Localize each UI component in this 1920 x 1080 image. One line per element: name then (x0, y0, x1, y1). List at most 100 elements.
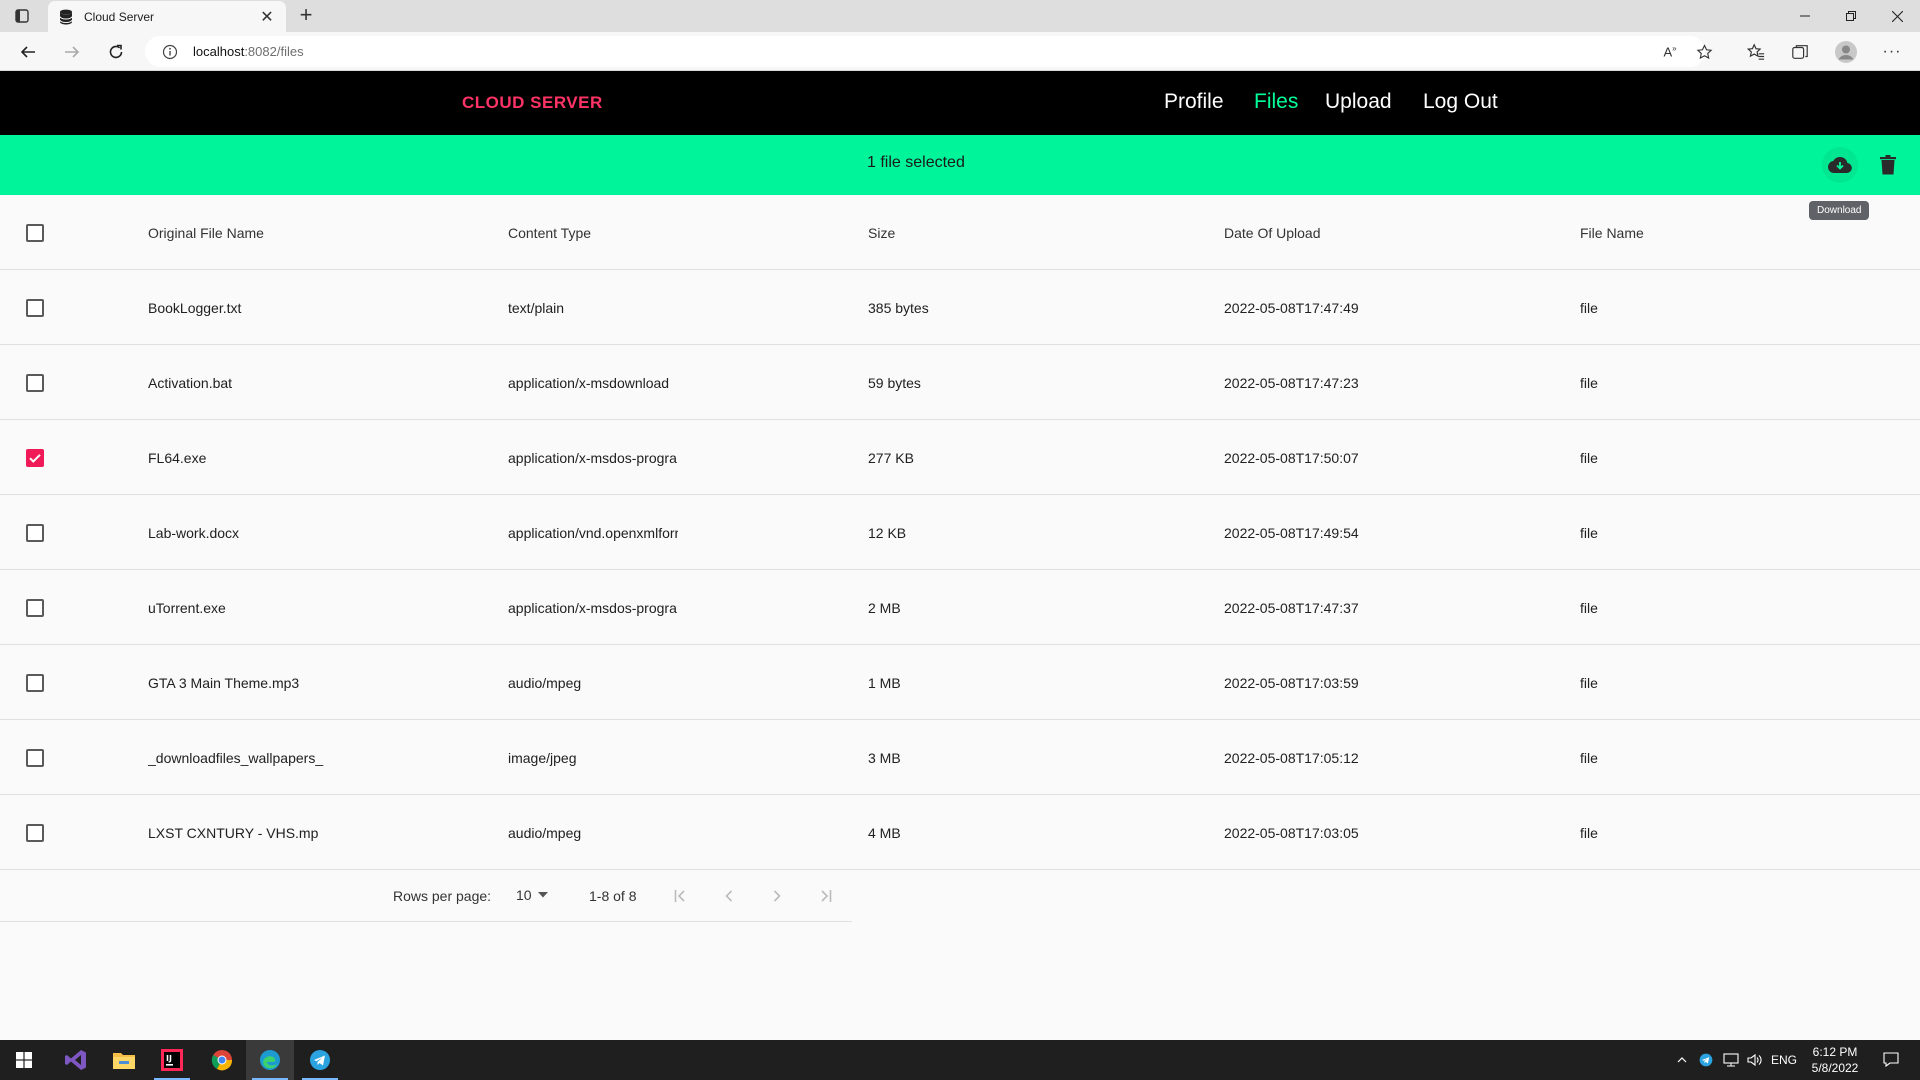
nav-files[interactable]: Files (1254, 90, 1298, 114)
page-range: 1-8 of 8 (589, 888, 637, 904)
start-button[interactable] (0, 1040, 48, 1080)
info-icon[interactable] (161, 43, 179, 61)
download-button[interactable] (1822, 147, 1858, 183)
table-row[interactable]: _downloadfiles_wallpapers_ image/jpeg 3 … (0, 720, 1920, 795)
taskbar-clock[interactable]: 6:12 PM 5/8/2022 (1800, 1044, 1870, 1076)
table-row[interactable]: BookLogger.txt text/plain 385 bytes 2022… (0, 270, 1920, 345)
nav-profile[interactable]: Profile (1164, 90, 1224, 114)
forward-button[interactable] (58, 38, 86, 66)
collections-button[interactable] (1786, 38, 1814, 66)
row-checkbox[interactable] (26, 448, 44, 467)
settings-menu-button[interactable]: ··· (1878, 38, 1906, 66)
rows-per-page-select[interactable]: 10 (516, 887, 548, 903)
restore-icon (1846, 11, 1856, 21)
previous-page-button[interactable] (714, 881, 744, 911)
cell-content-type: application/x-msdownload (508, 374, 670, 391)
row-checkbox[interactable] (26, 673, 44, 692)
avatar-icon (1835, 41, 1857, 63)
cell-content-type: application/vnd.openxmlforr (508, 524, 678, 541)
url-host: localhost (193, 44, 245, 59)
cell-date-of-upload: 2022-05-08T17:47:49 (1224, 299, 1359, 316)
table-row[interactable]: GTA 3 Main Theme.mp3 audio/mpeg 1 MB 202… (0, 645, 1920, 720)
cell-original-file-name: LXST CXNTURY - VHS.mp (148, 824, 319, 841)
cell-size: 1 MB (868, 674, 901, 691)
cell-size: 277 KB (868, 449, 914, 466)
cell-date-of-upload: 2022-05-08T17:05:12 (1224, 749, 1359, 766)
tab-actions-icon (15, 9, 29, 23)
table-row[interactable]: LXST CXNTURY - VHS.mp audio/mpeg 4 MB 20… (0, 795, 1920, 870)
edge-icon (260, 1050, 280, 1070)
brand-logo[interactable]: CLOUD SERVER (462, 93, 603, 113)
taskbar-intellij[interactable]: IJ (148, 1040, 196, 1080)
row-checkbox-cell (26, 645, 48, 720)
restore-button[interactable] (1828, 0, 1874, 32)
first-page-button[interactable] (666, 881, 696, 911)
chevron-up-icon (1677, 1057, 1687, 1063)
tray-telegram[interactable] (1696, 1040, 1716, 1080)
cell-original-file-name: Activation.bat (148, 374, 233, 391)
row-checkbox[interactable] (26, 598, 44, 617)
nav-logout[interactable]: Log Out (1423, 90, 1498, 114)
taskbar-file-explorer[interactable] (100, 1040, 148, 1080)
read-aloud-button[interactable]: A» (1656, 38, 1684, 66)
select-all-checkbox[interactable] (26, 223, 44, 242)
new-tab-button[interactable]: + (294, 4, 318, 28)
row-checkbox[interactable] (26, 298, 44, 317)
cell-content-type: audio/mpeg (508, 674, 582, 691)
tab-close-icon[interactable]: ✕ (258, 7, 276, 27)
telegram-icon (1699, 1053, 1713, 1067)
browser-toolbar: localhost:8082/files A» ··· (0, 32, 1920, 71)
cell-date-of-upload: 2022-05-08T17:03:59 (1224, 674, 1359, 691)
header-content-type[interactable]: Content Type (508, 195, 678, 270)
delete-button[interactable] (1870, 147, 1906, 183)
row-checkbox[interactable] (26, 523, 44, 542)
browser-tab[interactable]: Cloud Server ✕ (48, 1, 286, 32)
files-table: Original File Name Content Type Size Dat… (0, 195, 1920, 870)
show-hidden-icons-button[interactable] (1672, 1040, 1692, 1080)
profile-button[interactable] (1832, 38, 1860, 66)
selection-toolbar: 1 file selected (0, 135, 1920, 195)
taskbar-telegram[interactable] (296, 1040, 344, 1080)
tray-network[interactable] (1720, 1040, 1742, 1080)
close-window-button[interactable] (1874, 0, 1920, 32)
favorites-button[interactable] (1742, 38, 1770, 66)
header-size[interactable]: Size (868, 195, 1168, 270)
add-favorite-button[interactable] (1690, 38, 1718, 66)
nav-upload[interactable]: Upload (1325, 90, 1392, 114)
refresh-icon (109, 44, 123, 59)
clock-date: 5/8/2022 (1811, 1061, 1859, 1075)
taskbar-chrome[interactable] (198, 1040, 246, 1080)
cell-date-of-upload: 2022-05-08T17:49:54 (1224, 524, 1359, 541)
taskbar-visual-studio[interactable] (52, 1040, 100, 1080)
address-bar[interactable]: localhost:8082/files (145, 36, 1705, 67)
header-original-file-name[interactable]: Original File Name (148, 195, 488, 270)
row-checkbox-cell (26, 345, 48, 420)
tray-language[interactable]: ENG (1770, 1040, 1798, 1080)
back-button[interactable] (14, 38, 42, 66)
next-page-button[interactable] (762, 881, 792, 911)
tray-volume[interactable] (1744, 1040, 1766, 1080)
collections-icon (1792, 45, 1808, 59)
row-checkbox[interactable] (26, 748, 44, 767)
browser-tab-strip: Cloud Server ✕ + (0, 0, 1920, 32)
trash-icon (1880, 155, 1896, 175)
last-page-button[interactable] (810, 881, 840, 911)
table-row[interactable]: Activation.bat application/x-msdownload … (0, 345, 1920, 420)
table-row[interactable]: Lab-work.docx application/vnd.openxmlfor… (0, 495, 1920, 570)
table-row[interactable]: uTorrent.exe application/x-msdos-progra … (0, 570, 1920, 645)
table-row[interactable]: FL64.exe application/x-msdos-progra 277 … (0, 420, 1920, 495)
cell-size: 12 KB (868, 524, 907, 541)
action-center-button[interactable] (1876, 1040, 1906, 1080)
cell-file-name: file (1580, 824, 1598, 841)
reload-button[interactable] (102, 38, 130, 66)
selection-count: 1 file selected (867, 154, 965, 171)
rows-per-page-label: Rows per page: (393, 888, 492, 904)
header-date-of-upload[interactable]: Date Of Upload (1224, 195, 1544, 270)
header-file-name[interactable]: File Name (1580, 195, 1880, 270)
cell-original-file-name: _downloadfiles_wallpapers_ (148, 749, 324, 766)
row-checkbox[interactable] (26, 823, 44, 842)
row-checkbox[interactable] (26, 373, 44, 392)
tab-actions-button[interactable] (10, 6, 34, 26)
taskbar-edge[interactable] (246, 1040, 294, 1080)
minimize-button[interactable] (1782, 0, 1828, 32)
